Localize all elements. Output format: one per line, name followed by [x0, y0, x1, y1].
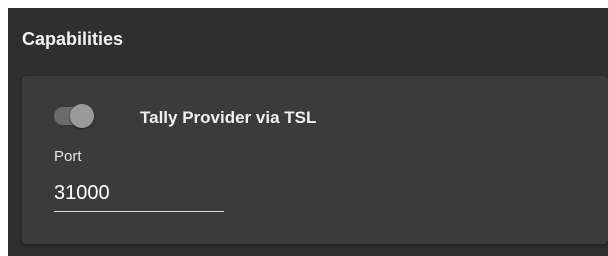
capability-card: Tally Provider via TSL Port [22, 76, 608, 244]
toggle-label: Tally Provider via TSL [140, 108, 317, 127]
toggle-thumb [70, 104, 94, 128]
port-input[interactable] [54, 176, 224, 212]
capabilities-panel: Capabilities Tally Provider via TSL Port [8, 8, 608, 256]
port-label: Port [54, 148, 82, 165]
section-title: Capabilities [22, 29, 124, 49]
tally-provider-toggle[interactable] [54, 104, 94, 128]
